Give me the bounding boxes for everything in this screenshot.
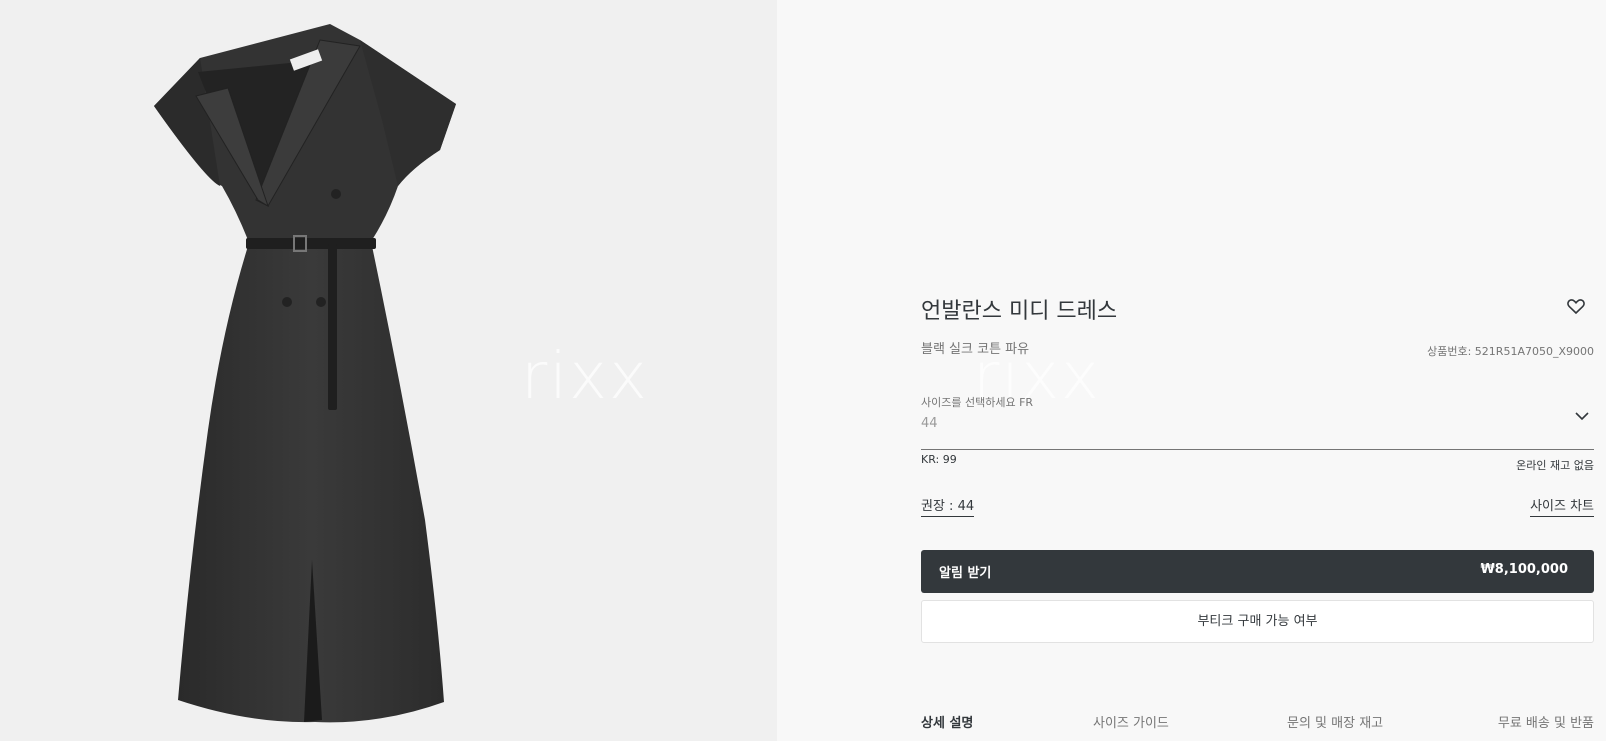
product-image: [154, 24, 456, 723]
size-chart-link[interactable]: 사이즈 차트: [1530, 495, 1594, 517]
product-title: 언발란스 미디 드레스: [921, 299, 1118, 324]
product-price: ₩8,100,000: [1480, 562, 1568, 577]
size-select-value: 44: [921, 416, 938, 431]
recommended-size-link[interactable]: 권장 : 44: [921, 495, 975, 517]
wishlist-button[interactable]: [1564, 294, 1588, 318]
kr-size: KR: 99: [921, 453, 957, 466]
tab-details[interactable]: 상세 설명: [921, 712, 973, 731]
notify-button-label: 알림 받기: [939, 566, 992, 581]
heart-icon: [1567, 299, 1585, 315]
detail-tabs: 상세 설명 사이즈 가이드 문의 및 매장 재고 무료 배송 및 반품: [921, 712, 1594, 741]
size-select-label: 사이즈를 선택하세요 FR: [921, 396, 1034, 409]
watermark: rixx: [521, 340, 649, 414]
product-subtitle: 블랙 실크 코튼 파유: [921, 342, 1030, 357]
product-image-panel: [0, 0, 777, 741]
stock-status: 온라인 재고 없음: [1516, 459, 1594, 472]
tab-size-guide[interactable]: 사이즈 가이드: [1093, 712, 1169, 731]
size-select[interactable]: 사이즈를 선택하세요 FR 44: [921, 392, 1594, 450]
chevron-down-icon: [1575, 412, 1589, 421]
product-sku: 상품번호: 521R51A7050_X9000: [1427, 345, 1594, 358]
boutique-availability-button[interactable]: 부티크 구매 가능 여부: [921, 600, 1594, 643]
notify-button[interactable]: 알림 받기 ₩8,100,000: [921, 550, 1594, 593]
tab-shipping-returns[interactable]: 무료 배송 및 반품: [1498, 712, 1594, 731]
tab-inquiry-stock[interactable]: 문의 및 매장 재고: [1287, 712, 1383, 731]
